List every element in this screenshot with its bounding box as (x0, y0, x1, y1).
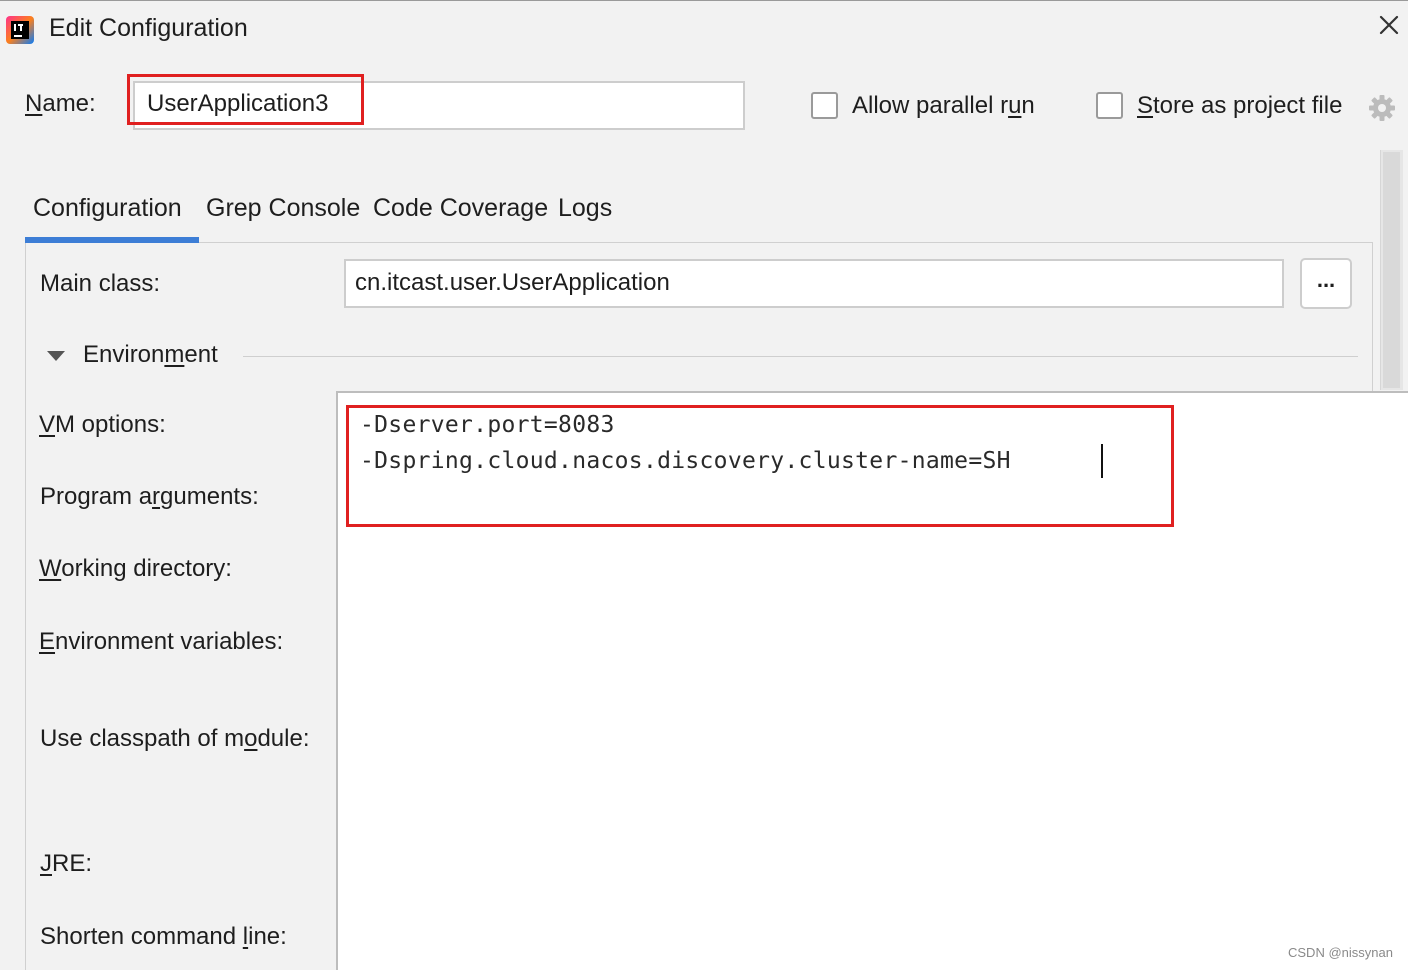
main-class-value: cn.itcast.user.UserApplication (355, 269, 670, 296)
name-label: Name: (25, 90, 96, 117)
jre-label: JRE: (40, 850, 93, 877)
intellij-app-icon (6, 16, 34, 44)
gear-icon[interactable] (1366, 92, 1398, 124)
store-as-project-file-checkbox[interactable] (1096, 92, 1123, 119)
scrollbar-thumb[interactable] (1383, 152, 1400, 388)
vm-options-label: VM options: (39, 411, 166, 438)
watermark: CSDN @nissynan (1288, 945, 1393, 960)
close-icon[interactable] (1376, 12, 1402, 38)
collapse-triangle-icon[interactable] (47, 351, 65, 361)
allow-parallel-run-label[interactable]: Allow parallel run (852, 92, 1035, 120)
tab-configuration[interactable]: Configuration (33, 194, 182, 223)
tab-logs[interactable]: Logs (558, 194, 612, 223)
browse-button[interactable]: ... (1300, 258, 1352, 309)
name-highlight-box (127, 74, 364, 125)
shorten-command-line-label: Shorten command line: (40, 923, 287, 950)
allow-parallel-run-checkbox[interactable] (811, 92, 838, 119)
store-as-project-file-label[interactable]: Store as project file (1137, 92, 1342, 120)
main-class-label: Main class: (40, 270, 161, 297)
vm-options-highlight-box (346, 405, 1174, 527)
environment-variables-label: Environment variables: (39, 628, 284, 655)
use-classpath-of-module-label: Use classpath of module: (40, 725, 310, 752)
tab-grep-console[interactable]: Grep Console (206, 194, 360, 223)
section-divider (243, 356, 1358, 357)
program-arguments-label: Program arguments: (40, 483, 259, 510)
environment-section-header[interactable]: Environment (83, 341, 218, 369)
tab-code-coverage[interactable]: Code Coverage (373, 194, 548, 223)
working-directory-label: Working directory: (39, 555, 232, 582)
window-title: Edit Configuration (49, 14, 248, 42)
